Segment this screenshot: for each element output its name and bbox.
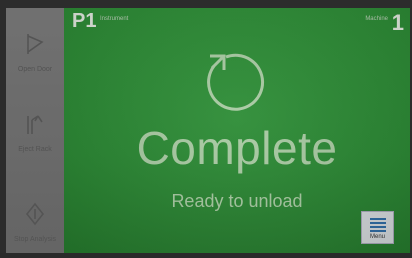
open-door-label: Open Door bbox=[17, 66, 53, 73]
machine-label: Machine bbox=[365, 16, 388, 22]
stop-diamond-icon bbox=[25, 202, 45, 226]
stop-analysis-label: Stop Analysis bbox=[13, 236, 57, 243]
menu-icon bbox=[370, 218, 386, 232]
open-door-button[interactable]: Open Door bbox=[6, 18, 64, 88]
position-label: P1 bbox=[72, 10, 97, 32]
menu-button[interactable]: Menu bbox=[361, 211, 394, 244]
machine-number: 1 bbox=[391, 10, 404, 35]
door-icon bbox=[27, 34, 44, 54]
status-panel: P1 Instrument Machine 1 Complete Ready t… bbox=[64, 8, 410, 253]
cycle-complete-icon bbox=[207, 53, 265, 111]
stop-analysis-button[interactable]: Stop Analysis bbox=[6, 188, 64, 258]
status-text: Complete bbox=[136, 122, 338, 174]
eject-rack-icon bbox=[27, 115, 43, 134]
eject-rack-button[interactable]: Eject Rack bbox=[6, 98, 64, 168]
substatus-text: Ready to unload bbox=[171, 191, 303, 211]
menu-label: Menu bbox=[369, 234, 385, 240]
sidebar: Open Door Eject Rack Stop Analysis bbox=[6, 8, 64, 253]
instrument-label: Instrument bbox=[100, 16, 129, 22]
eject-rack-label: Eject Rack bbox=[18, 146, 52, 153]
